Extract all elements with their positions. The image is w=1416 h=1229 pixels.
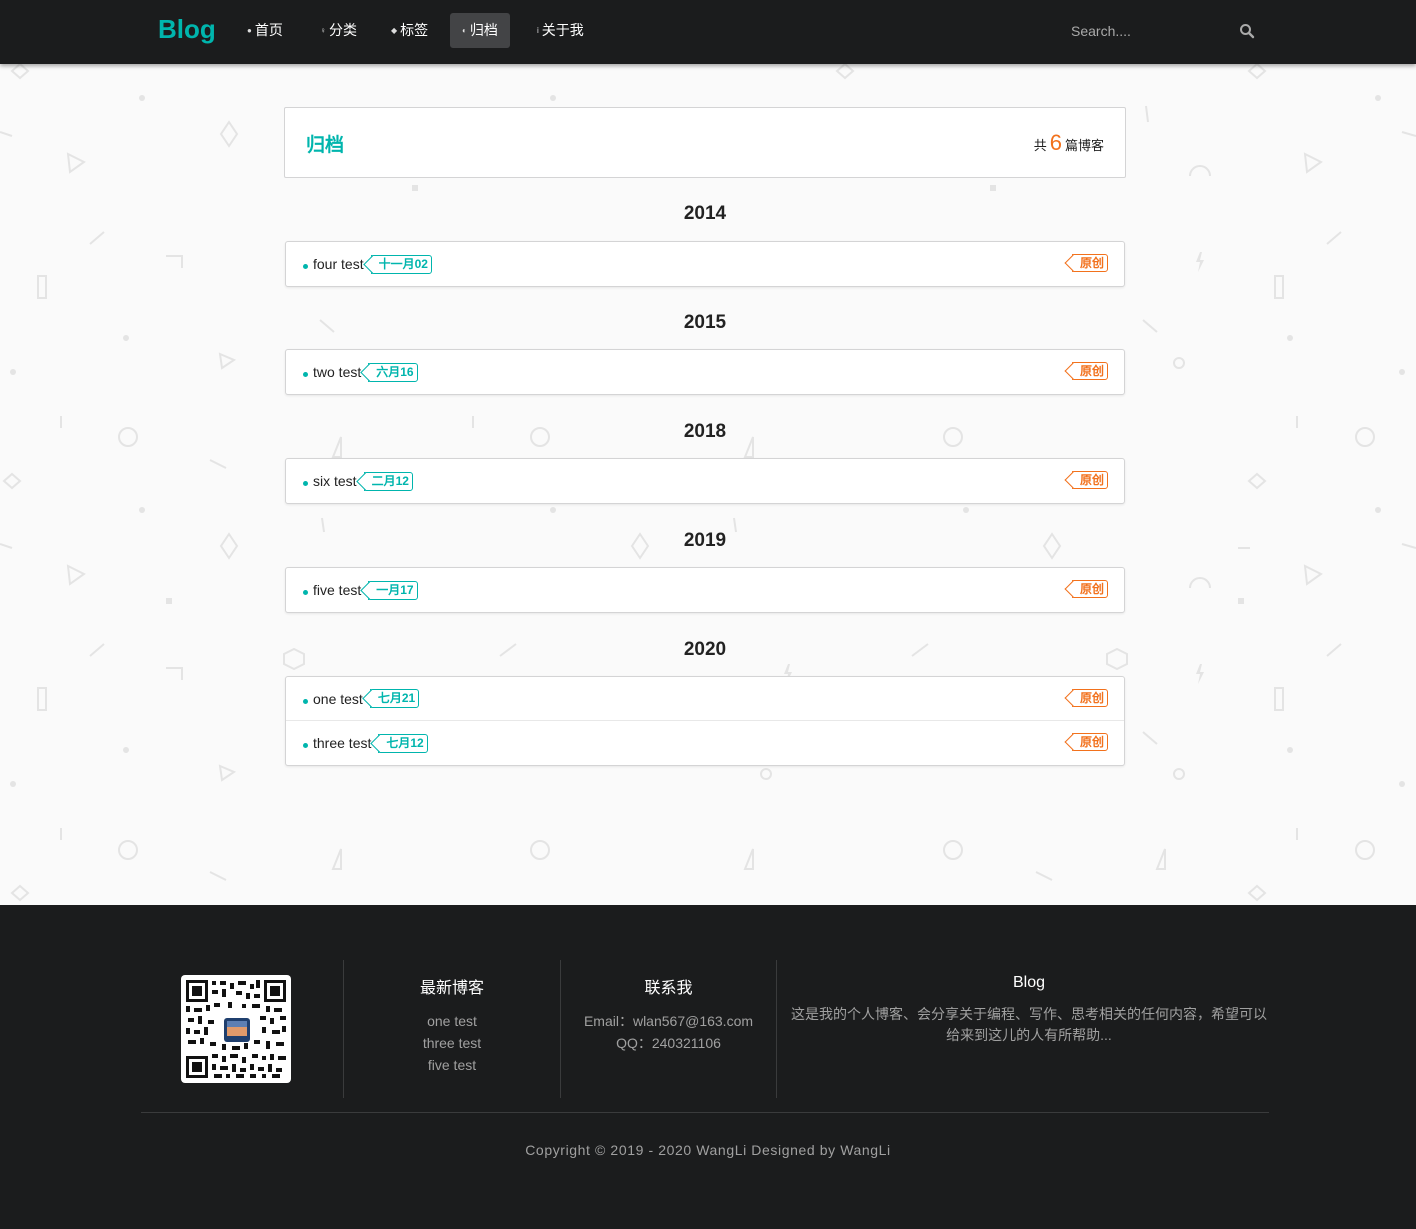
archive-post-item[interactable]: one test 七月21 原创: [286, 677, 1124, 721]
brand-logo[interactable]: Blog: [158, 14, 216, 45]
date-tag: 一月17: [368, 580, 418, 600]
nav-item-label: 首页: [254, 22, 283, 38]
latest-post-link[interactable]: three test: [343, 1032, 561, 1054]
nav-item-about[interactable]: i 关于我: [525, 13, 596, 48]
wechat-qr-code: [181, 975, 291, 1083]
latest-posts-column: 最新博客 one test three test five test: [343, 974, 561, 1076]
date-tag: 七月21: [369, 689, 420, 708]
about-text: 这是我的个人博客、会分享关于编程、写作、思考相关的任何内容，希望可以给来到这儿的…: [791, 1006, 1267, 1043]
date-tag: 六月16: [368, 362, 418, 382]
year-heading: 2019: [683, 530, 727, 551]
post-title[interactable]: four test: [313, 256, 364, 272]
latest-post-link[interactable]: five test: [343, 1054, 561, 1076]
bullet-dot: [303, 590, 308, 595]
bullet-dot: [303, 372, 308, 377]
post-title[interactable]: six test: [313, 473, 357, 489]
date-tag: 二月12: [363, 471, 413, 491]
year-post-list: one test 七月21 原创 three test 七月12 原创: [285, 676, 1125, 766]
year-post-list: two test 六月16 原创: [285, 349, 1125, 395]
nav-item-home[interactable]: ● 首页: [235, 13, 295, 48]
nav-item-categories[interactable]: ♀ 分类: [308, 13, 369, 48]
archive-post-item[interactable]: three test 七月12 原创: [286, 721, 1124, 765]
post-count: 共 6 篇博客: [1034, 130, 1104, 156]
original-tag: 原创: [1071, 471, 1108, 489]
original-tag: 原创: [1071, 362, 1108, 380]
count-number: 6: [1049, 130, 1062, 155]
bullet-dot: [303, 264, 308, 269]
year-heading: 2020: [683, 639, 727, 660]
post-title[interactable]: three test: [313, 735, 371, 751]
date-tag: 十一月02: [370, 254, 432, 274]
post-title[interactable]: five test: [313, 582, 361, 598]
year-post-list: six test 二月12 原创: [285, 458, 1125, 504]
original-tag: 原创: [1071, 689, 1108, 707]
contact-column: 联系我 Email：wlan567@163.com QQ：240321106: [560, 974, 777, 1054]
latest-posts-heading: 最新博客: [419, 980, 484, 997]
nav-item-label: 关于我: [541, 22, 584, 38]
home-icon: ●: [247, 26, 252, 35]
bullet-dot: [303, 743, 308, 748]
clone-icon: ◐: [462, 26, 467, 35]
count-suffix: 篇博客: [1064, 138, 1104, 153]
contact-qq: QQ：240321106: [616, 1035, 721, 1051]
archive-post-item[interactable]: two test 六月16 原创: [286, 350, 1124, 394]
contact-heading: 联系我: [644, 980, 693, 997]
year-post-list: five test 一月17 原创: [285, 567, 1125, 613]
year-post-list: four test 十一月02 原创: [285, 241, 1125, 287]
bullet-dot: [303, 698, 308, 704]
year-heading: 2015: [683, 312, 727, 333]
nav-item-tags[interactable]: ◆ 标签: [379, 13, 440, 48]
year-heading: 2018: [683, 421, 727, 442]
year-heading: 2014: [683, 203, 727, 224]
search-icon[interactable]: [1238, 22, 1256, 40]
archive-post-item[interactable]: five test 一月17 原创: [286, 568, 1124, 612]
search-box: [1064, 18, 1260, 44]
latest-post-link[interactable]: one test: [343, 1010, 561, 1032]
original-tag: 原创: [1071, 254, 1108, 272]
copyright-text: Copyright © 2019 - 2020 WangLi Designed …: [525, 1142, 891, 1158]
tags-icon: ◆: [391, 26, 398, 35]
nav-item-label: 标签: [400, 22, 429, 38]
original-tag: 原创: [1071, 580, 1108, 598]
nav-item-label: 归档: [469, 22, 498, 38]
bullet-dot: [303, 481, 308, 486]
search-input[interactable]: [1064, 18, 1260, 44]
about-heading: Blog: [1012, 974, 1046, 991]
contact-email: Email：wlan567@163.com: [583, 1013, 754, 1029]
date-tag: 七月12: [378, 733, 428, 753]
archive-post-item[interactable]: six test 二月12 原创: [286, 459, 1124, 503]
top-navbar: Blog ● 首页 ♀ 分类 ◆ 标签 ◐ 归档 i 关于我: [0, 0, 1416, 64]
archive-post-item[interactable]: four test 十一月02 原创: [286, 242, 1124, 286]
footer-horizontal-divider: [141, 1112, 1269, 1113]
info-icon: i: [537, 26, 539, 35]
site-footer: 最新博客 one test three test five test 联系我 E…: [0, 905, 1416, 1229]
post-title[interactable]: two test: [313, 364, 361, 380]
nav-item-label: 分类: [329, 22, 357, 38]
nav-item-archive[interactable]: ◐ 归档: [450, 13, 510, 48]
idea-icon: ♀: [320, 26, 326, 35]
count-prefix: 共: [1033, 138, 1047, 153]
archive-title: 归档: [306, 135, 345, 156]
footer-divider: [776, 960, 777, 1098]
archive-header: 归档 共 6 篇博客: [284, 107, 1126, 178]
post-title[interactable]: one test: [313, 691, 363, 707]
about-column: Blog 这是我的个人博客、会分享关于编程、写作、思考相关的任何内容，希望可以给…: [790, 974, 1268, 1046]
original-tag: 原创: [1071, 733, 1108, 751]
